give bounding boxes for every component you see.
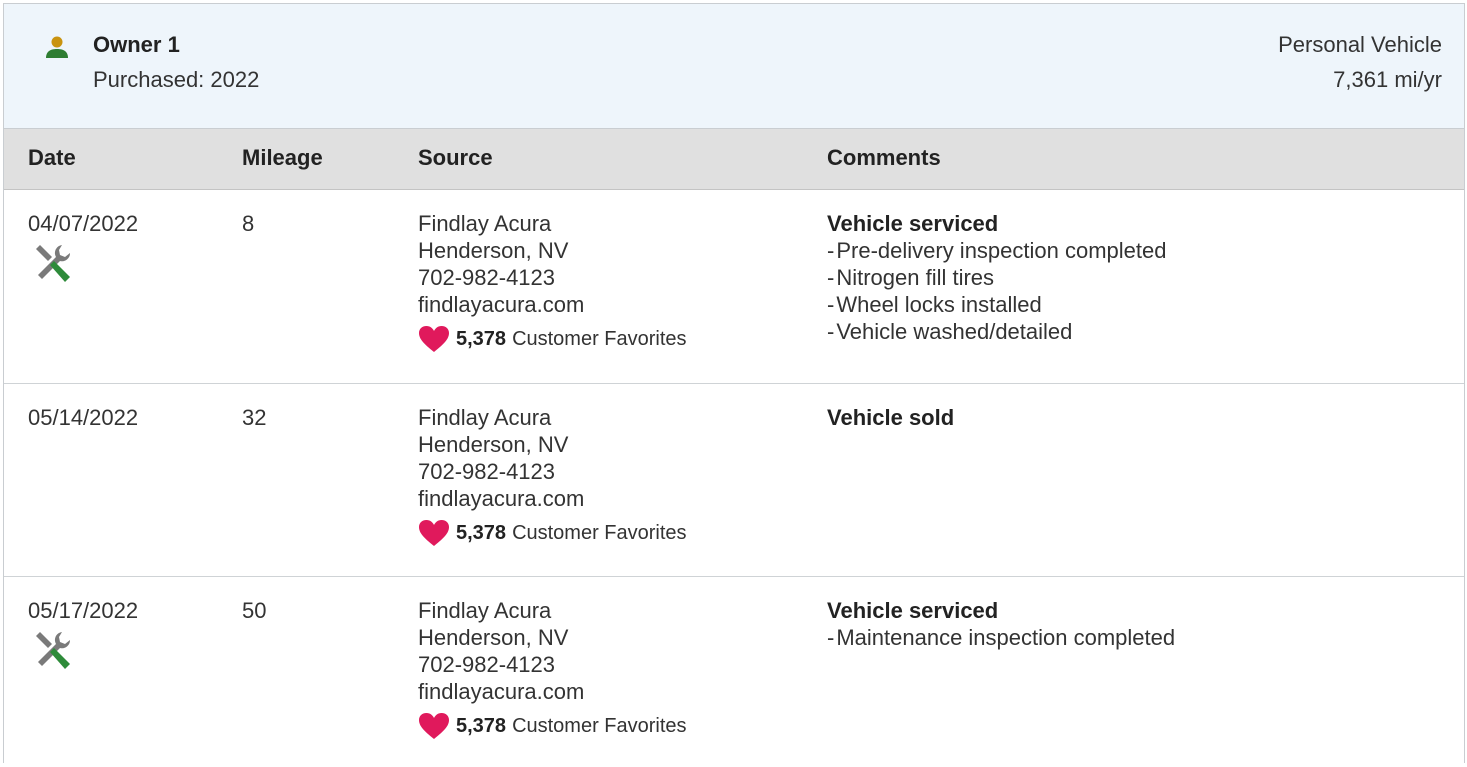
comment-item: Wheel locks installed <box>827 291 1167 318</box>
service-tools-icon <box>36 632 71 669</box>
source-location: Henderson, NV <box>418 625 569 650</box>
source-phone: 702-982-4123 <box>418 459 556 484</box>
owner-history-card: Owner 1 Purchased: 2022 Personal Vehicle… <box>3 3 1465 763</box>
service-tools-icon <box>36 245 71 282</box>
comments-cell: Vehicle serviced Maintenance inspection … <box>827 597 1175 651</box>
comment-item: Maintenance inspection completed <box>827 624 1175 651</box>
customer-favorites: 5,378 Customer Favorites <box>418 712 687 740</box>
customer-favorites: 5,378 Customer Favorites <box>418 519 687 547</box>
mileage-cell: 8 <box>242 211 255 236</box>
comment-item: Vehicle washed/detailed <box>827 318 1167 345</box>
column-header-date: Date <box>28 145 76 170</box>
comment-item: Pre-delivery inspection completed <box>827 237 1166 264</box>
record-date: 05/14/2022 <box>28 405 139 430</box>
favorites-count: 5,378 <box>456 521 507 544</box>
record-date: 05/17/2022 <box>28 598 139 623</box>
comment-title: Vehicle serviced <box>827 598 999 623</box>
mileage-cell: 32 <box>242 405 267 430</box>
source-phone: 702-982-4123 <box>418 265 556 290</box>
heart-icon <box>419 520 449 546</box>
person-icon <box>46 36 68 58</box>
comment-title: Vehicle serviced <box>827 211 999 236</box>
favorites-label: Customer Favorites <box>512 521 687 544</box>
source-phone: 702-982-4123 <box>418 652 556 677</box>
source-cell: Findlay Acura Henderson, NV 702-982-4123… <box>418 404 687 547</box>
source-name: Findlay Acura <box>418 211 552 236</box>
table-row: 05/14/2022 32 Findlay Acura Henderson, N… <box>4 384 1464 577</box>
source-cell: Findlay Acura Henderson, NV 702-982-4123… <box>418 210 687 353</box>
source-website-link[interactable]: findlayacura.com <box>418 485 687 512</box>
comments-cell: Vehicle sold <box>827 404 954 431</box>
comment-title: Vehicle sold <box>827 405 955 430</box>
owner-title: Owner 1 <box>93 32 180 57</box>
column-header-source: Source <box>418 145 493 170</box>
date-cell: 04/07/2022 <box>28 210 138 283</box>
column-header-comments: Comments <box>827 145 941 170</box>
record-date: 04/07/2022 <box>28 211 139 236</box>
source-website-link[interactable]: findlayacura.com <box>418 678 687 705</box>
favorites-count: 5,378 <box>456 327 507 350</box>
source-website-link[interactable]: findlayacura.com <box>418 291 687 318</box>
date-cell: 05/14/2022 <box>28 404 138 431</box>
owner-purchased: Purchased: 2022 <box>93 67 260 92</box>
favorites-label: Customer Favorites <box>512 327 687 350</box>
owner-usage-type: Personal Vehicle <box>1278 32 1442 57</box>
owner-mileage-rate: 7,361 mi/yr <box>1333 67 1442 92</box>
comment-item: Nitrogen fill tires <box>827 264 1167 291</box>
date-cell: 05/17/2022 <box>28 597 138 670</box>
table-row: 05/17/2022 50 Findlay Acura Henderson, N… <box>4 577 1464 767</box>
customer-favorites: 5,378 Customer Favorites <box>418 325 687 353</box>
heart-icon <box>419 326 449 352</box>
source-name: Findlay Acura <box>418 405 552 430</box>
comments-cell: Vehicle serviced Pre-delivery inspection… <box>827 210 1167 345</box>
mileage-cell: 50 <box>242 598 267 623</box>
source-location: Henderson, NV <box>418 238 569 263</box>
table-header: Date Mileage Source Comments <box>4 129 1464 190</box>
source-location: Henderson, NV <box>418 432 569 457</box>
favorites-count: 5,378 <box>456 714 507 737</box>
favorites-label: Customer Favorites <box>512 714 687 737</box>
table-row: 04/07/2022 8 Findlay Acura Henderson, NV… <box>4 190 1464 384</box>
heart-icon <box>419 713 449 739</box>
source-cell: Findlay Acura Henderson, NV 702-982-4123… <box>418 597 687 740</box>
column-header-mileage: Mileage <box>242 145 323 170</box>
source-name: Findlay Acura <box>418 598 552 623</box>
owner-header: Owner 1 Purchased: 2022 Personal Vehicle… <box>4 4 1464 129</box>
